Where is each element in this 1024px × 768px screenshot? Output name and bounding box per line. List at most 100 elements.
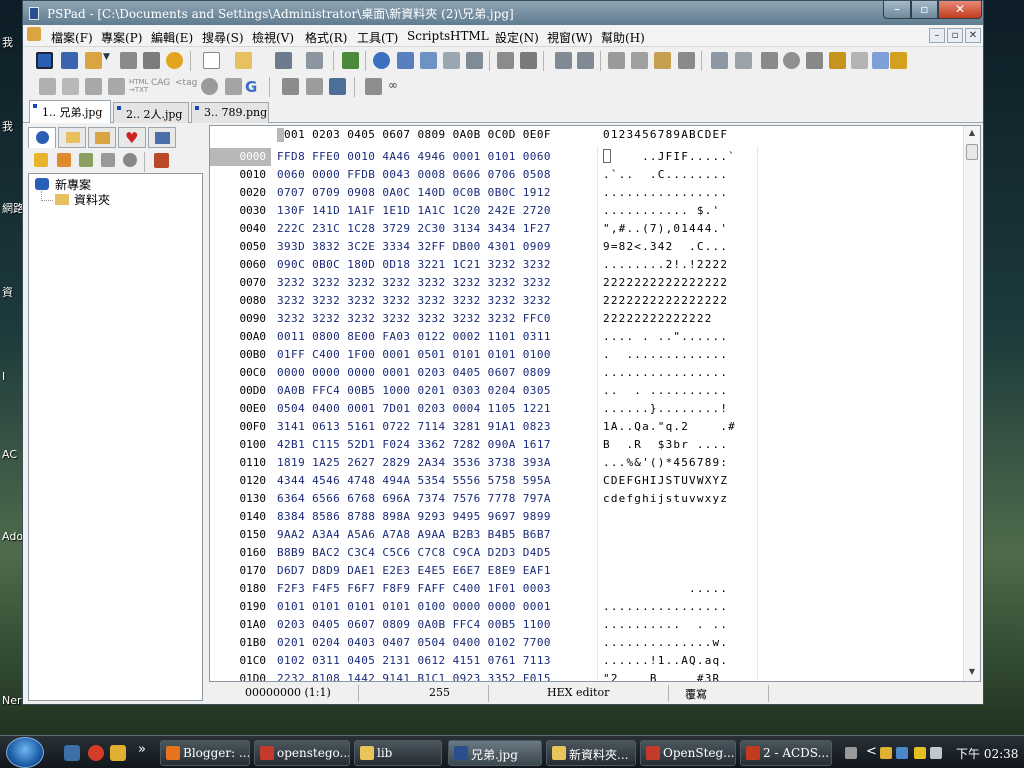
hex-bytes[interactable]: F2F3 F4F5 F6F7 F8F9 FAFF C400 1F01 0003	[277, 580, 597, 598]
ascii-text[interactable]: CDEFGHIJSTUVWXYZ	[603, 472, 757, 490]
hex-row[interactable]: 0070 3232 3232 3232 3232 3232 3232 3232 3…	[210, 274, 980, 292]
hex-bytes[interactable]: D6D7 D8D9 DAE1 E2E3 E4E5 E6E7 E8E9 EAF1	[277, 562, 597, 580]
ascii-text[interactable]: ........... $.'	[603, 202, 757, 220]
print-icon[interactable]	[365, 78, 382, 95]
menu-format[interactable]: 格式(R)	[305, 29, 347, 46]
media-icon[interactable]	[88, 745, 104, 761]
monitor-icon[interactable]	[329, 78, 346, 95]
table-icon[interactable]	[282, 78, 299, 95]
block3-icon[interactable]	[108, 78, 125, 95]
find-in-files-icon[interactable]	[420, 52, 437, 69]
ascii-text[interactable]: ...%&'()*456789:	[603, 454, 757, 472]
copy2-icon[interactable]	[631, 52, 648, 69]
dropdown-icon[interactable]: ▼	[103, 52, 111, 69]
hex-bytes[interactable]: 0101 0101 0101 0101 0100 0000 0000 0001	[277, 598, 597, 616]
hex-bytes[interactable]: 3232 3232 3232 3232 3232 3232 3232 3232	[277, 274, 597, 292]
menu-file[interactable]: 檔案(F)	[51, 29, 93, 46]
hex-bytes[interactable]: 0000 0000 0000 0001 0203 0405 0607 0809	[277, 364, 597, 382]
ascii-text[interactable]: 2222222222222222	[603, 292, 757, 310]
hex-row[interactable]: 0130 6364 6566 6768 696A 7374 7576 7778 7…	[210, 490, 980, 508]
tab-windows[interactable]	[148, 127, 176, 148]
open-file-icon[interactable]	[235, 52, 252, 69]
properties-icon[interactable]	[123, 153, 137, 167]
macro2-icon[interactable]	[783, 52, 800, 69]
hex-bytes[interactable]: 0504 0400 0001 7D01 0203 0004 1105 1221	[277, 400, 597, 418]
ascii-text[interactable]: ......}........!	[603, 400, 757, 418]
edit-doc-icon[interactable]	[27, 27, 41, 41]
ascii-text[interactable]: "2 B #3R	[603, 670, 757, 681]
project-icon[interactable]	[36, 52, 53, 69]
show-desktop-icon[interactable]	[64, 745, 80, 761]
hex-row[interactable]: 0150 9AA2 A3A4 A5A6 A7A8 A9AA B2B3 B4B5 B…	[210, 526, 980, 544]
hex-bytes[interactable]: FFD8 FFE0 0010 4A46 4946 0001 0101 0060	[277, 148, 597, 166]
hex-row[interactable]: 0060 090C 0B0C 180D 0D18 3221 1C21 3232 3…	[210, 256, 980, 274]
tool-icon[interactable]	[225, 78, 242, 95]
menu-project[interactable]: 專案(P)	[101, 29, 142, 46]
ascii-text[interactable]: .`.. .C........	[603, 166, 757, 184]
tag-icon[interactable]	[872, 52, 889, 69]
hex-row[interactable]: 0090 3232 3232 3232 3232 3232 3232 3232 F…	[210, 310, 980, 328]
delete-icon[interactable]	[678, 52, 695, 69]
page-icon[interactable]	[306, 78, 323, 95]
add-file-icon[interactable]	[79, 153, 93, 167]
vertical-scrollbar[interactable]: ▲ ▼	[963, 126, 980, 681]
hex-row[interactable]: 00C0 0000 0000 0000 0001 0203 0405 0607 0…	[210, 364, 980, 382]
taskbar-button[interactable]: 新資料夾...	[546, 740, 636, 766]
tab-ftp[interactable]	[88, 127, 116, 148]
ascii-text[interactable]: 9=82<.342 .C...	[603, 238, 757, 256]
ascii-text[interactable]: 22222222222222	[603, 310, 757, 328]
hex-row[interactable]: 01A0 0203 0405 0607 0809 0A0B FFC4 00B5 1…	[210, 616, 980, 634]
undo-icon[interactable]	[555, 52, 572, 69]
tray-folder-icon[interactable]	[880, 747, 892, 759]
hex-row[interactable]: 01D0 2232 8108 1442 9141 B1C1 0923 3352 F…	[210, 670, 980, 681]
find-icon[interactable]	[373, 52, 390, 69]
tab-document-3[interactable]: 3.. 789.png	[191, 102, 269, 123]
hex-row[interactable]: 0080 3232 3232 3232 3232 3232 3232 3232 3…	[210, 292, 980, 310]
hex-editor[interactable]: 0001 0203 0405 0607 0809 0A0B 0C0D 0E0F …	[209, 125, 981, 682]
hex-bytes[interactable]: 4344 4546 4748 494A 5354 5556 5758 595A	[277, 472, 597, 490]
hex-row[interactable]: 01C0 0102 0311 0405 2131 0612 4151 0761 7…	[210, 652, 980, 670]
menu-view[interactable]: 檢視(V)	[252, 29, 294, 46]
format-icon[interactable]	[711, 52, 728, 69]
hex-bytes[interactable]: B8B9 BAC2 C3C4 C5C6 C7C8 C9CA D2D3 D4D5	[277, 544, 597, 562]
quicklaunch-more-icon[interactable]: »	[138, 742, 146, 757]
hex-bytes[interactable]: 8384 8586 8788 898A 9293 9495 9697 9899	[277, 508, 597, 526]
hex-row[interactable]: 0170 D6D7 D8D9 DAE1 E2E3 E4E5 E6E7 E8E9 E…	[210, 562, 980, 580]
pspad-app-icon[interactable]	[29, 7, 39, 20]
hex-bytes[interactable]: 0707 0709 0908 0A0C 140D 0C0B 0B0C 1912	[277, 184, 597, 202]
taskbar-button[interactable]: Blogger: ...	[160, 740, 250, 766]
ascii-text[interactable]: ..............w.	[603, 634, 757, 652]
title-bar[interactable]: PSPad - [C:\Documents and Settings\Admin…	[23, 1, 983, 25]
taskbar-button[interactable]: 兄弟.jpg	[448, 740, 542, 766]
ascii-text[interactable]: B .R $3br ....	[603, 436, 757, 454]
app-quicklaunch-icon[interactable]	[110, 745, 126, 761]
taskbar-button[interactable]: openstego...	[254, 740, 350, 766]
tree-icon[interactable]	[342, 52, 359, 69]
hex-row[interactable]: 0110 1819 1A25 2627 2829 2A34 3536 3738 3…	[210, 454, 980, 472]
hex-row[interactable]: 0040 222C 231C 1C28 3729 2C30 3134 3434 1…	[210, 220, 980, 238]
volume-icon[interactable]	[930, 747, 942, 759]
stop-icon[interactable]	[143, 52, 160, 69]
ascii-text[interactable]: ................	[603, 364, 757, 382]
g-icon[interactable]: G	[245, 78, 262, 96]
ascii-text[interactable]: .....	[603, 580, 757, 598]
tab-favorites[interactable]: ♥	[118, 127, 146, 148]
tag-b-icon[interactable]: <tag	[175, 78, 197, 95]
glasses-icon[interactable]: ∞	[388, 78, 405, 95]
network-icon[interactable]	[896, 747, 908, 759]
brackets-icon[interactable]	[443, 52, 460, 69]
taskbar-button[interactable]: OpenSteg...	[640, 740, 736, 766]
hex-row[interactable]: 0000 FFD8 FFE0 0010 4A46 4946 0001 0101 0…	[210, 148, 980, 166]
warning-icon[interactable]	[914, 747, 926, 759]
macro-icon[interactable]	[761, 52, 778, 69]
new-file-icon[interactable]	[203, 52, 220, 69]
hex-bytes[interactable]: 222C 231C 1C28 3729 2C30 3134 3434 1F27	[277, 220, 597, 238]
menu-tools[interactable]: 工具(T)	[357, 29, 398, 46]
hex-bytes[interactable]: 0201 0204 0403 0407 0504 0400 0102 7700	[277, 634, 597, 652]
hex-bytes[interactable]: 3232 3232 3232 3232 3232 3232 3232 3232	[277, 292, 597, 310]
hex-bytes[interactable]: 130F 141D 1A1F 1E1D 1A1C 1C20 242E 2720	[277, 202, 597, 220]
indent-icon[interactable]	[39, 78, 56, 95]
cut-icon[interactable]	[608, 52, 625, 69]
block-icon[interactable]	[62, 78, 79, 95]
minimize-button[interactable]: –	[883, 1, 911, 19]
